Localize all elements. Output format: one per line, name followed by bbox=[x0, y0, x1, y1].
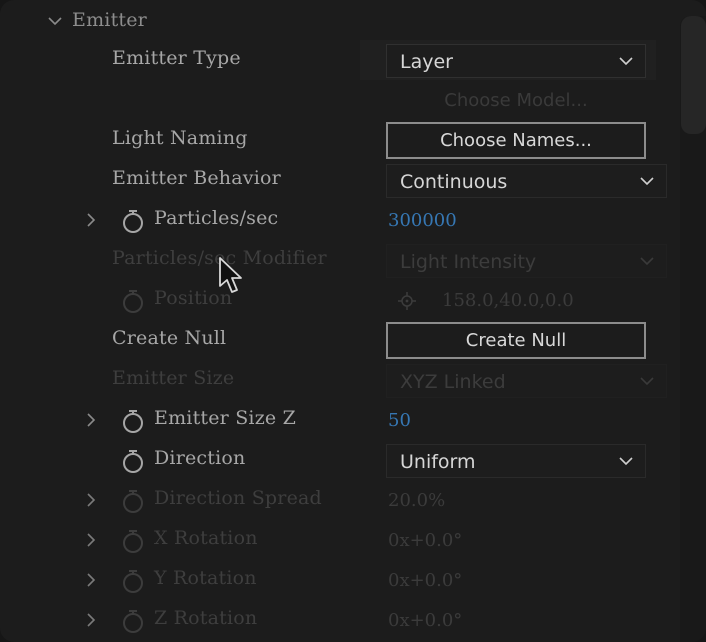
dropdown-value: Light Intensity bbox=[400, 251, 537, 273]
row-create-null: Create Null Create Null bbox=[0, 320, 680, 360]
chevron-right-icon[interactable] bbox=[84, 612, 98, 628]
row-emitter-behavior: Emitter Behavior Continuous bbox=[0, 160, 680, 200]
stopwatch-icon bbox=[123, 530, 143, 553]
stopwatch-icon bbox=[123, 290, 143, 313]
row-light-naming: Light Naming Choose Names... bbox=[0, 120, 680, 160]
label-emitter-size: Emitter Size bbox=[112, 367, 235, 389]
position-value[interactable]: 158.0,40.0,0.0 bbox=[442, 290, 574, 311]
emitter-behavior-dropdown[interactable]: Continuous bbox=[386, 164, 667, 198]
emitter-size-z-value[interactable]: 50 bbox=[388, 410, 411, 431]
chevron-right-icon[interactable] bbox=[84, 212, 98, 228]
x-rotation-value[interactable]: 0x+0.0° bbox=[388, 530, 462, 551]
particles-sec-value[interactable]: 300000 bbox=[388, 210, 457, 231]
row-direction-spread: Direction Spread 20.0% bbox=[0, 480, 680, 520]
chevron-right-icon[interactable] bbox=[84, 492, 98, 508]
choose-model-button[interactable]: Choose Model... bbox=[386, 84, 646, 121]
chevron-right-icon[interactable] bbox=[84, 572, 98, 588]
row-choose-model: Choose Model... bbox=[0, 80, 680, 121]
label-direction-spread: Direction Spread bbox=[154, 487, 322, 509]
y-rotation-value[interactable]: 0x+0.0° bbox=[388, 570, 462, 591]
row-position: Position 158.0,40.0,0.0 bbox=[0, 280, 680, 320]
stopwatch-icon[interactable] bbox=[121, 408, 145, 434]
choose-names-button[interactable]: Choose Names... bbox=[386, 122, 646, 159]
chevron-down-icon bbox=[619, 57, 633, 66]
row-particles-sec: Particles/sec 300000 bbox=[0, 200, 680, 240]
section-header-emitter[interactable]: Emitter bbox=[0, 0, 680, 40]
row-emitter-size: Emitter Size XYZ Linked bbox=[0, 360, 680, 400]
crosshair-icon[interactable] bbox=[398, 292, 416, 310]
label-light-naming: Light Naming bbox=[112, 127, 248, 149]
label-emitter-size-z: Emitter Size Z bbox=[154, 407, 296, 429]
row-particles-modifier: Particles/sec Modifier Light Intensity bbox=[0, 240, 680, 280]
label-z-rotation: Z Rotation bbox=[154, 607, 258, 629]
direction-spread-value[interactable]: 20.0% bbox=[388, 490, 445, 511]
dropdown-value: Layer bbox=[400, 51, 453, 73]
row-emitter-size-z: Emitter Size Z 50 bbox=[0, 400, 680, 440]
create-null-button[interactable]: Create Null bbox=[386, 322, 646, 359]
row-emitter-type: Emitter Type Layer bbox=[0, 40, 680, 80]
row-z-rotation: Z Rotation 0x+0.0° bbox=[0, 600, 680, 640]
particles-modifier-dropdown[interactable]: Light Intensity bbox=[386, 244, 667, 278]
chevron-down-icon bbox=[640, 177, 654, 186]
chevron-down-icon[interactable] bbox=[47, 15, 63, 27]
chevron-down-icon bbox=[640, 257, 654, 266]
stopwatch-icon[interactable] bbox=[121, 208, 145, 234]
chevron-right-icon[interactable] bbox=[84, 412, 98, 428]
stopwatch-icon[interactable] bbox=[121, 448, 145, 474]
stopwatch-icon bbox=[123, 610, 143, 633]
stopwatch-icon bbox=[123, 570, 143, 593]
mouse-pointer-icon bbox=[219, 257, 242, 293]
row-direction: Direction Uniform bbox=[0, 440, 680, 480]
scrollbar-thumb[interactable] bbox=[681, 16, 706, 134]
row-x-rotation: X Rotation 0x+0.0° bbox=[0, 520, 680, 560]
chevron-right-icon[interactable] bbox=[84, 532, 98, 548]
section-title: Emitter bbox=[72, 9, 147, 31]
label-direction: Direction bbox=[154, 447, 246, 469]
dropdown-value: Continuous bbox=[400, 171, 508, 193]
stopwatch-icon bbox=[123, 490, 143, 513]
chevron-down-icon bbox=[619, 457, 633, 466]
dropdown-value: Uniform bbox=[400, 451, 476, 473]
direction-dropdown[interactable]: Uniform bbox=[386, 444, 646, 478]
label-emitter-type: Emitter Type bbox=[112, 47, 241, 69]
label-create-null: Create Null bbox=[112, 327, 227, 349]
label-y-rotation: Y Rotation bbox=[154, 567, 257, 589]
z-rotation-value[interactable]: 0x+0.0° bbox=[388, 610, 462, 631]
label-x-rotation: X Rotation bbox=[154, 527, 258, 549]
emitter-size-dropdown[interactable]: XYZ Linked bbox=[386, 364, 667, 398]
dropdown-value: XYZ Linked bbox=[400, 371, 506, 393]
label-particles-sec: Particles/sec bbox=[154, 207, 279, 229]
row-y-rotation: Y Rotation 0x+0.0° bbox=[0, 560, 680, 600]
label-emitter-behavior: Emitter Behavior bbox=[112, 167, 281, 189]
chevron-down-icon bbox=[640, 377, 654, 386]
emitter-type-dropdown[interactable]: Layer bbox=[386, 44, 646, 78]
effect-controls-panel: Emitter Emitter Type Layer Choose Model.… bbox=[0, 0, 706, 642]
